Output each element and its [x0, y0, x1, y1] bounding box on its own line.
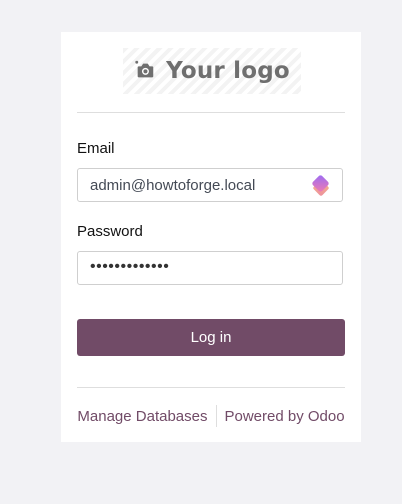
email-field[interactable]: admin@howtoforge.local [77, 168, 343, 202]
logo-placeholder: Your logo [123, 48, 301, 94]
login-card: Your logo Email admin@howtoforge.local P… [61, 32, 361, 442]
divider [77, 112, 345, 113]
password-manager-icon[interactable] [308, 173, 334, 199]
login-button[interactable]: Log in [77, 319, 345, 356]
password-field[interactable]: ••••••••••••• [77, 251, 343, 285]
password-value: ••••••••••••• [90, 258, 170, 275]
password-label: Password [77, 223, 143, 240]
divider [77, 387, 345, 388]
email-label: Email [77, 140, 115, 157]
email-value: admin@howtoforge.local [90, 177, 256, 194]
footer-links: Manage Databases Powered by Odoo [61, 405, 361, 427]
footer-separator [215, 405, 217, 427]
powered-by-odoo-link[interactable]: Powered by Odoo [225, 408, 345, 425]
manage-databases-link[interactable]: Manage Databases [77, 408, 207, 425]
camera-plus-icon [135, 60, 154, 78]
logo-text: Your logo [166, 58, 290, 84]
